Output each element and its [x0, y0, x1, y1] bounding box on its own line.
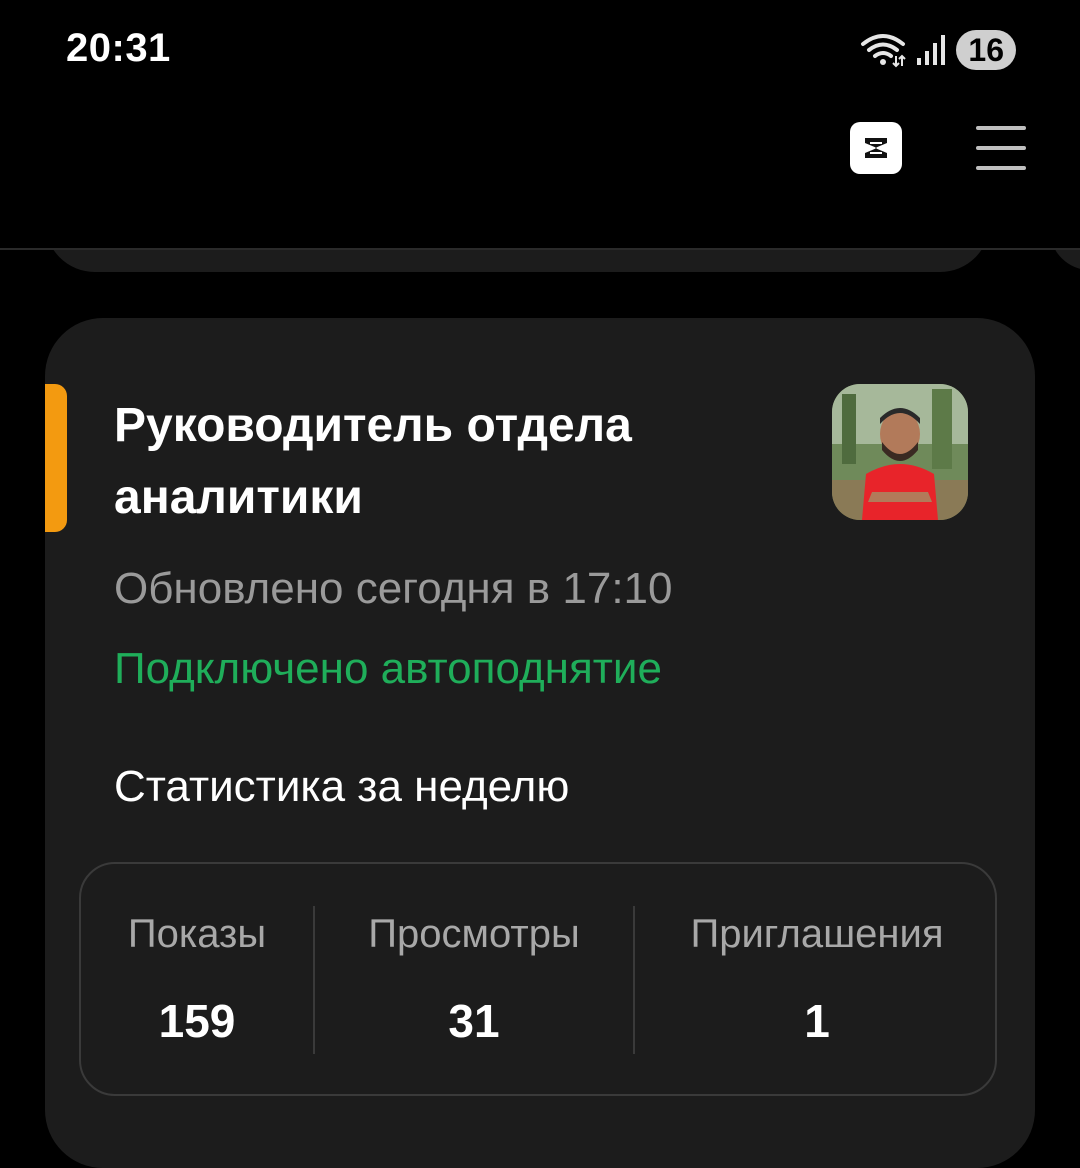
updated-timestamp: Обновлено сегодня в 17:10 [114, 564, 673, 613]
menu-line [976, 146, 1026, 150]
stat-label: Приглашения [690, 912, 944, 956]
stats-heading: Статистика за неделю [114, 762, 570, 811]
stat-label: Показы [127, 912, 267, 956]
status-accent-bar [45, 384, 67, 532]
app-header [0, 100, 1080, 250]
menu-line [976, 166, 1026, 170]
wifi-icon [861, 34, 907, 68]
stat-value: 31 [448, 995, 500, 1047]
status-time: 20:31 [66, 26, 171, 70]
stat-impressions: Показы 159 [81, 864, 313, 1094]
autoboost-status[interactable]: Подключено автоподнятие [114, 644, 662, 694]
weekly-stats: Показы 159 Просмотры 31 Приглашения 1 [79, 862, 997, 1096]
hamburger-menu-icon[interactable] [976, 126, 1026, 170]
vacancy-card[interactable]: Руководитель отдела аналитики Обновлено … [45, 318, 1035, 1168]
stat-value: 1 [804, 995, 830, 1047]
signal-icon [917, 35, 946, 65]
vacancy-title[interactable]: Руководитель отдела аналитики [114, 390, 754, 534]
menu-line [976, 126, 1026, 130]
stat-invitations: Приглашения 1 [635, 864, 999, 1094]
stat-value: 159 [158, 995, 236, 1047]
avatar [832, 384, 968, 520]
battery-level-badge: 16 [956, 30, 1016, 70]
stat-label: Просмотры [368, 912, 580, 956]
app-logo-icon[interactable] [850, 122, 902, 174]
stat-views: Просмотры 31 [315, 864, 633, 1094]
status-bar: 20:31 16 [0, 0, 1080, 100]
status-icons: 16 [860, 30, 1016, 70]
